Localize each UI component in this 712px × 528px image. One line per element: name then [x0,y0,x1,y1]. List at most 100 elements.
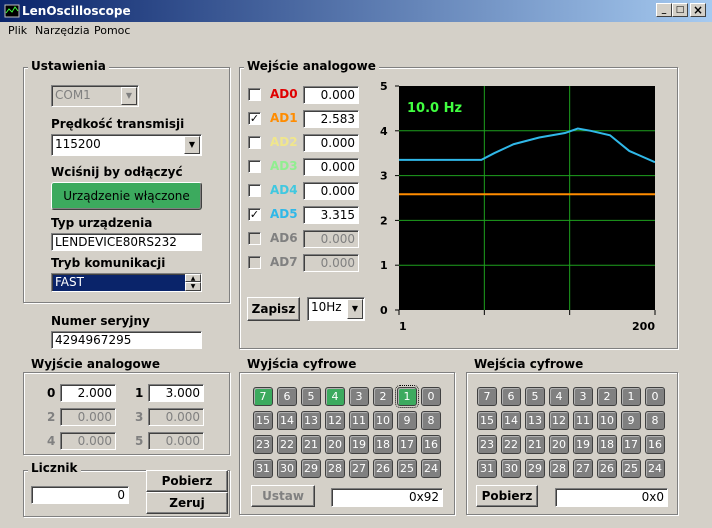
bit-3[interactable]: 3 [349,387,369,406]
bit-15[interactable]: 15 [253,411,273,430]
counter-get-button[interactable]: Pobierz [146,470,228,492]
output-channel-value[interactable]: 0.000 [148,408,204,426]
output-channel-value[interactable]: 0.000 [60,432,116,450]
bit-30[interactable]: 30 [277,459,297,478]
title-bar[interactable]: LenOscilloscope _ □ × [0,0,712,22]
save-button[interactable]: Zapisz [247,297,300,321]
bit-20: 20 [549,435,569,454]
y-tick-label: 5 [380,80,388,93]
bit-19[interactable]: 19 [349,435,369,454]
bit-21: 21 [525,435,545,454]
bit-12: 12 [549,411,569,430]
bit-13[interactable]: 13 [301,411,321,430]
bit-8[interactable]: 8 [421,411,441,430]
bit-14[interactable]: 14 [277,411,297,430]
comm-mode-label: Tryb komunikacji [51,256,166,270]
bit-17[interactable]: 17 [397,435,417,454]
bit-6[interactable]: 6 [277,387,297,406]
channel-label: AD3 [270,159,298,173]
minimize-button[interactable]: _ [656,3,672,17]
output-channel-label: 3 [135,410,144,424]
device-type-field[interactable]: LENDEVICE80RS232 [51,233,202,251]
bit-0: 0 [645,387,665,406]
channel-value[interactable]: 0.000 [303,182,359,200]
bit-5: 5 [525,387,545,406]
port-dropdown-icon[interactable]: ▼ [121,87,137,105]
comm-mode-value: FAST [55,275,84,289]
output-channel-label: 1 [135,386,144,400]
menu-narzedzia[interactable]: Narzędzia [35,24,90,37]
channel-checkbox[interactable] [248,88,261,101]
channel-checkbox[interactable] [248,256,261,269]
channel-value[interactable]: 0.000 [303,158,359,176]
channel-checkbox[interactable] [248,160,261,173]
bit-10: 10 [597,411,617,430]
device-toggle-button[interactable]: Urządzenie włączone [51,182,202,210]
rate-dropdown-icon[interactable]: ▼ [347,299,363,319]
digital-input-value[interactable]: 0x0 [555,488,668,507]
speed-value: 115200 [55,137,101,151]
counter-field[interactable]: 0 [31,486,129,504]
bit-31[interactable]: 31 [253,459,273,478]
bit-20[interactable]: 20 [325,435,345,454]
channel-label: AD7 [270,255,298,269]
comm-mode-select[interactable]: FAST [51,273,202,292]
comm-mode-down-icon[interactable]: ▼ [185,282,201,291]
rate-value: 10Hz [311,300,342,314]
channel-value[interactable]: 0.000 [303,254,359,272]
set-outputs-button[interactable]: Ustaw [251,485,315,507]
bit-2[interactable]: 2 [373,387,393,406]
bit-11[interactable]: 11 [349,411,369,430]
bit-11: 11 [573,411,593,430]
bit-0[interactable]: 0 [421,387,441,406]
maximize-button[interactable]: □ [672,3,688,17]
channel-checkbox[interactable]: ✓ [248,208,261,221]
menu-pomoc[interactable]: Pomoc [94,24,130,37]
output-channel-value[interactable]: 2.000 [60,384,116,402]
bit-3: 3 [573,387,593,406]
bit-22[interactable]: 22 [277,435,297,454]
channel-checkbox[interactable] [248,232,261,245]
bit-12[interactable]: 12 [325,411,345,430]
bit-9[interactable]: 9 [397,411,417,430]
channel-value[interactable]: 3.315 [303,206,359,224]
bit-28[interactable]: 28 [325,459,345,478]
bit-25[interactable]: 25 [397,459,417,478]
channel-value[interactable]: 0.000 [303,86,359,104]
speed-select[interactable]: 115200 [51,134,202,156]
bit-16[interactable]: 16 [421,435,441,454]
counter-reset-button[interactable]: Zeruj [146,492,228,514]
channel-value[interactable]: 0.000 [303,230,359,248]
bit-8: 8 [645,411,665,430]
bit-4[interactable]: 4 [325,387,345,406]
channel-value[interactable]: 2.583 [303,110,359,128]
output-channel-value[interactable]: 0.000 [148,432,204,450]
bit-22: 22 [501,435,521,454]
digital-output-value[interactable]: 0x92 [331,488,443,507]
close-button[interactable]: × [690,3,706,17]
bit-31: 31 [477,459,497,478]
bit-27[interactable]: 27 [349,459,369,478]
bit-24[interactable]: 24 [421,459,441,478]
bit-18[interactable]: 18 [373,435,393,454]
bit-7[interactable]: 7 [253,387,273,406]
bit-10[interactable]: 10 [373,411,393,430]
bit-26[interactable]: 26 [373,459,393,478]
output-channel-value[interactable]: 3.000 [148,384,204,402]
comm-mode-up-icon[interactable]: ▲ [185,274,201,282]
channel-checkbox[interactable] [248,136,261,149]
menu-plik[interactable]: Plik [8,24,27,37]
bit-29[interactable]: 29 [301,459,321,478]
serial-field[interactable]: 4294967295 [51,331,202,349]
output-channel-value[interactable]: 0.000 [60,408,116,426]
bit-1[interactable]: 1 [395,385,419,408]
bit-21[interactable]: 21 [301,435,321,454]
speed-dropdown-icon[interactable]: ▼ [184,136,200,154]
get-inputs-button[interactable]: Pobierz [476,485,538,507]
channel-checkbox[interactable]: ✓ [248,112,261,125]
y-tick-label: 1 [380,259,388,272]
channel-value[interactable]: 0.000 [303,134,359,152]
channel-checkbox[interactable] [248,184,261,197]
bit-23[interactable]: 23 [253,435,273,454]
bit-5[interactable]: 5 [301,387,321,406]
